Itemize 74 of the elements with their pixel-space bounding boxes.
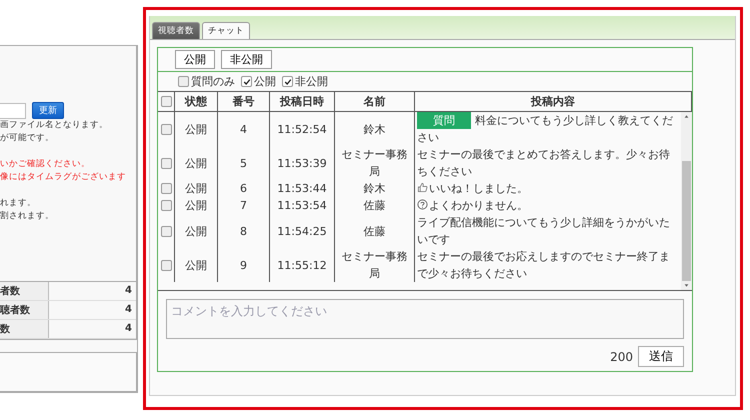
status-button[interactable]: 非公開: [221, 50, 272, 69]
stat-label: 者数: [0, 282, 49, 300]
checkbox[interactable]: [178, 76, 189, 87]
table-cell-text: 9: [240, 258, 247, 274]
scrollbar[interactable]: [681, 112, 692, 290]
note-text: 画ファイル名となります。: [0, 119, 109, 132]
row-checkbox[interactable]: [160, 124, 172, 134]
stat-label: 数: [0, 320, 49, 338]
tab[interactable]: チャット: [202, 22, 250, 39]
table-cell-text: 4: [240, 122, 247, 138]
table-cell-text: 11:54:25: [277, 224, 327, 240]
post-content: セミナーの最後でまとめてお答えします。少々お待ちください: [416, 147, 671, 180]
column-header: 状態: [175, 92, 218, 112]
row-checkbox[interactable]: [160, 183, 172, 194]
checkbox[interactable]: [241, 76, 252, 87]
table-cell-text: 8: [240, 224, 247, 240]
table-cell-text: 公開: [185, 198, 207, 214]
select-all-checkbox[interactable]: [160, 96, 172, 107]
row-checkbox[interactable]: [160, 226, 172, 236]
stat-value: 4: [124, 323, 133, 334]
table-cell-text: セミナー事務局: [340, 249, 408, 282]
table-cell-text: 佐藤: [362, 224, 386, 240]
comment-field[interactable]: コメントを入力してください: [166, 299, 684, 339]
tab[interactable]: 視聴者数: [152, 22, 200, 39]
post-content: ライブ配信機能についてもう少し詳細をうかがいたいです: [416, 215, 671, 248]
checkbox[interactable]: [282, 76, 293, 87]
table-cell-text: 11:53:39: [277, 156, 327, 172]
column-header: 番号: [218, 92, 270, 112]
row-checkbox[interactable]: [160, 200, 172, 211]
table-cell-text: 公開: [185, 181, 207, 197]
column-header: 名前: [335, 92, 415, 112]
table-cell-text: 11:52:54: [277, 122, 327, 138]
question-tag: 質問: [417, 112, 471, 129]
note-text: 割されます。: [0, 210, 55, 223]
note-text: が可能です。: [0, 132, 55, 145]
send-button[interactable]: 送信: [638, 346, 684, 367]
question-circle-icon: [417, 199, 428, 210]
table-cell-text: 11:53:44: [277, 181, 327, 197]
table-cell-text: 7: [240, 198, 247, 214]
note-text: れます。: [0, 197, 37, 210]
thumbs-up-icon: [417, 182, 428, 193]
scroll-down-icon[interactable]: [683, 283, 690, 288]
status-button[interactable]: 公開: [175, 50, 215, 69]
table-cell-text: 5: [240, 156, 247, 172]
table-cell-text: 11:53:54: [277, 198, 327, 214]
filter-label: 公開: [254, 74, 276, 89]
stat-label: 聴者数: [0, 300, 49, 319]
input-field[interactable]: [0, 102, 26, 118]
table-cell-text: 佐藤: [362, 198, 386, 214]
table-cell-text: 11:55:12: [277, 258, 327, 274]
post-content: 質問 料金についてもう少し詳しく教えてください: [416, 112, 674, 146]
row-checkbox[interactable]: [160, 158, 172, 168]
table-cell-text: セミナー事務局: [340, 147, 408, 180]
post-content: よくわかりません。: [415, 197, 530, 214]
table-cell-text: 6: [240, 181, 247, 197]
table-cell-text: 公開: [185, 156, 207, 172]
update-button[interactable]: 更新: [32, 102, 64, 119]
table-cell-text: 公開: [185, 258, 207, 274]
filter-label: 質問のみ: [191, 74, 235, 89]
table-cell-text: 公開: [185, 122, 207, 138]
row-checkbox[interactable]: [160, 260, 172, 270]
post-content: セミナーの最後でお応えしますのでセミナー終了まで少々お待ちください: [416, 249, 671, 282]
table-cell-text: 公開: [185, 224, 207, 240]
stat-value: 4: [124, 285, 133, 296]
scroll-up-icon[interactable]: [683, 114, 690, 119]
note-text: いかご確認ください。: [0, 158, 91, 171]
post-content: いいね！しました。: [415, 180, 530, 197]
table-cell-text: 鈴木: [362, 181, 386, 197]
note-text: 像にはタイムラグがございます: [0, 171, 127, 184]
filter-label: 非公開: [295, 74, 328, 89]
character-count: 200: [610, 350, 633, 364]
column-header: 投稿日時: [270, 92, 335, 112]
table-cell-text: 鈴木: [362, 122, 386, 138]
stat-value: 4: [124, 304, 133, 316]
